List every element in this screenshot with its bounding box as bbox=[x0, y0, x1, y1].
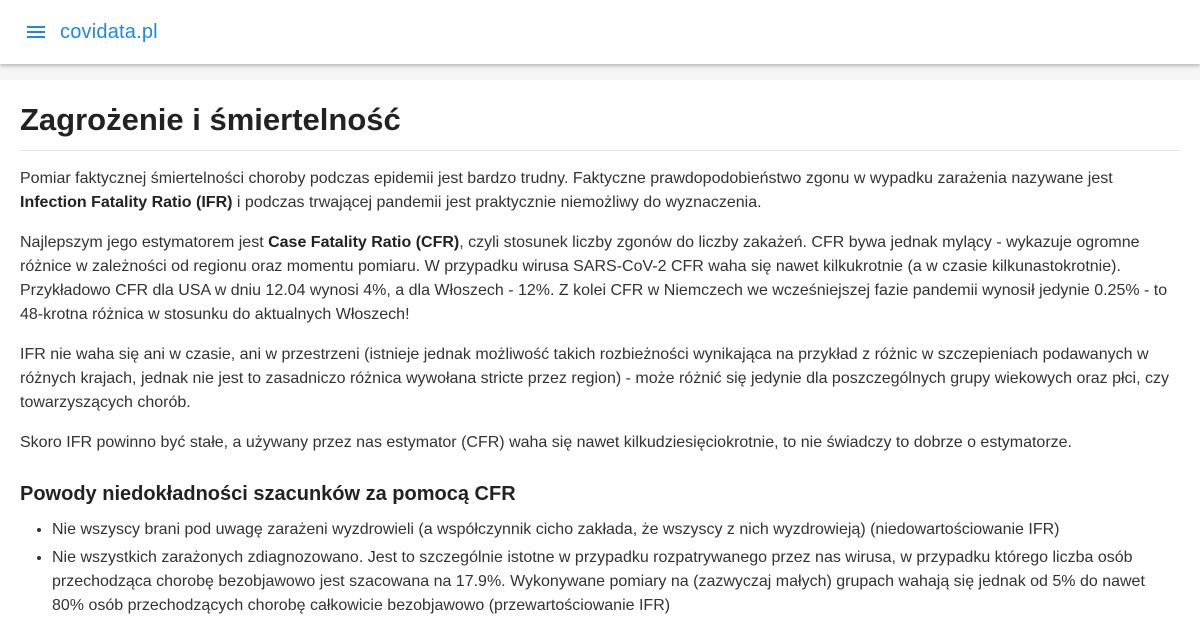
paragraph-text: Najlepszym jego estymatorem jest bbox=[20, 234, 269, 251]
menu-icon-bar bbox=[27, 31, 45, 33]
hamburger-menu-icon[interactable] bbox=[24, 20, 48, 44]
menu-icon-bar bbox=[27, 26, 45, 28]
menu-icon-bar bbox=[27, 36, 45, 38]
cfr-paragraph: Najlepszym jego estymatorem jest Case Fa… bbox=[20, 231, 1180, 327]
page-title: Zagrożenie i śmiertelność bbox=[20, 80, 1180, 151]
top-app-bar: covidata.pl bbox=[0, 0, 1200, 64]
ifr-stability-paragraph: IFR nie waha się ani w czasie, ani w prz… bbox=[20, 346, 1169, 411]
paragraph-text: Pomiar faktycznej śmiertelności choroby … bbox=[20, 170, 1113, 187]
list-item: Nie wszystkich zarażonych zdiagnozowano.… bbox=[52, 546, 1180, 618]
list-item: Nie wszyscy brani pod uwagę zarażeni wyz… bbox=[52, 518, 1180, 542]
paragraph-text: i podczas trwającej pandemii jest prakty… bbox=[232, 194, 762, 211]
section-heading: Powody niedokładności szacunków za pomoc… bbox=[20, 483, 516, 505]
ifr-term: Infection Fatality Ratio (IFR) bbox=[20, 194, 233, 211]
site-brand-link[interactable]: covidata.pl bbox=[60, 21, 158, 44]
intro-paragraph: Pomiar faktycznej śmiertelności choroby … bbox=[20, 167, 1180, 215]
estimator-conclusion-paragraph: Skoro IFR powinno być stałe, a używany p… bbox=[20, 434, 1072, 451]
article-content: Zagrożenie i śmiertelność Pomiar faktycz… bbox=[0, 80, 1200, 628]
cfr-term: Case Fatality Ratio (CFR) bbox=[268, 234, 460, 251]
reasons-list: Nie wszyscy brani pod uwagę zarażeni wyz… bbox=[20, 518, 1180, 618]
